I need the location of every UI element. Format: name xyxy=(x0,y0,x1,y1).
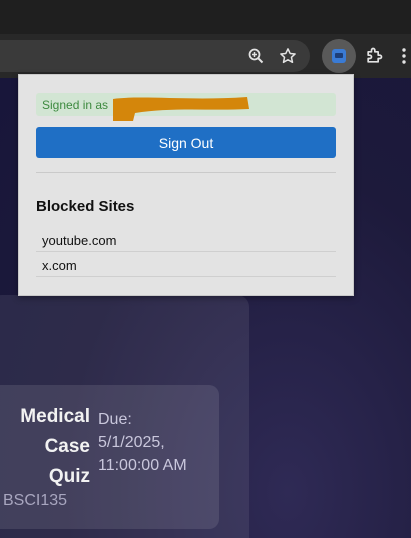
redaction-mark xyxy=(113,97,249,121)
assignment-title: Medical Case Quiz xyxy=(20,406,90,487)
blocked-sites-list: youtube.com x.com xyxy=(36,227,336,277)
menu-icon[interactable] xyxy=(398,44,410,68)
blocked-sites-heading: Blocked Sites xyxy=(36,198,135,215)
signed-in-label: Signed in as xyxy=(42,98,109,112)
extension-popup: Signed in as Sign Out Blocked Sites yout… xyxy=(18,74,354,296)
window-title-strip xyxy=(0,0,411,34)
puzzle-icon[interactable] xyxy=(362,44,386,68)
active-extension-button[interactable] xyxy=(322,39,356,73)
bookmark-star-icon[interactable] xyxy=(276,44,300,68)
blocked-site-item: youtube.com xyxy=(36,227,336,252)
browser-toolbar xyxy=(0,34,411,78)
zoom-icon[interactable] xyxy=(244,44,268,68)
blocked-site-item: x.com xyxy=(36,252,336,277)
extension-icon xyxy=(332,49,346,63)
course-code: BSCI135 xyxy=(3,492,68,509)
divider xyxy=(36,172,336,173)
due-date: Due: 5/1/2025, 11:00:00 AM xyxy=(98,411,187,474)
sign-out-button[interactable]: Sign Out xyxy=(36,127,336,158)
